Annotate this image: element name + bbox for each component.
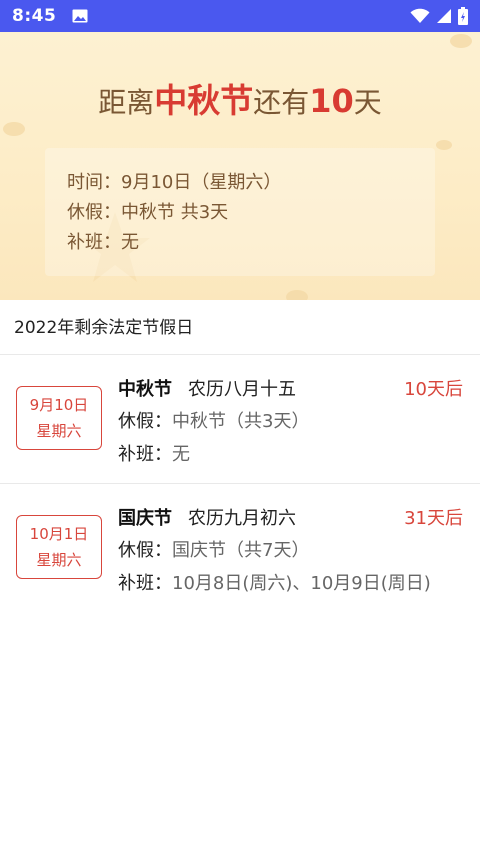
holiday-info-card: 时间：9月10日（星期六） 休假：中秋节 共3天 补班：无 [45,148,435,276]
headline-festival: 中秋节 [154,81,254,120]
holiday-item-national-day[interactable]: 10月1日 星期六 国庆节 农历九月初六 31天后 休假：国庆节（共7天） 补班… [0,484,480,612]
vacation-value: 国庆节（共7天） [172,540,310,561]
holiday-lunar-date: 农历八月十五 [188,379,296,400]
info-time: 时间：9月10日（星期六） [67,172,282,193]
headline-suffix: 天 [353,86,382,119]
holiday-name: 中秋节 [118,379,172,400]
battery-icon [458,7,468,25]
wifi-icon [410,8,430,23]
section-title: 2022年剩余法定节假日 [14,318,194,338]
makeup-value: 10月8日(周六)、10月9日(周日) [172,573,431,594]
holiday-vacation: 休假：国庆节（共7天） [118,536,309,562]
status-icons [410,7,468,25]
countdown-banner: 距离中秋节还有10天 时间：9月10日（星期六） 休假：中秋节 共3天 补班：无 [0,32,480,300]
date-badge-date: 9月10日 [29,396,89,414]
makeup-label: 补班： [118,573,172,594]
decoration [286,290,308,300]
signal-icon [437,9,451,23]
date-badge: 9月10日 星期六 [16,386,102,450]
holiday-name: 国庆节 [118,508,172,529]
holiday-makeup: 补班：无 [118,440,190,466]
date-badge-date: 10月1日 [29,525,89,543]
decoration [450,34,472,48]
date-badge-weekday: 星期六 [36,551,82,569]
status-time: 8:45 [12,6,57,26]
headline-prefix: 距离 [98,86,155,119]
status-bar: 8:45 [0,0,480,32]
holiday-item-mid-autumn[interactable]: 9月10日 星期六 中秋节 农历八月十五 10天后 休假：中秋节（共3天） 补班… [0,355,480,483]
holiday-vacation: 休假：中秋节（共3天） [118,407,309,433]
vacation-label: 休假： [118,411,172,432]
holiday-makeup: 补班：10月8日(周六)、10月9日(周日) [118,569,431,595]
countdown-headline: 距离中秋节还有10天 [0,74,480,122]
vacation-label: 休假： [118,540,172,561]
vacation-value: 中秋节（共3天） [172,411,310,432]
image-icon [72,9,88,23]
info-makeup: 补班：无 [67,232,139,253]
holiday-lunar-date: 农历九月初六 [188,508,296,529]
makeup-value: 无 [172,444,190,465]
makeup-label: 补班： [118,444,172,465]
headline-days: 10 [309,82,354,120]
date-badge: 10月1日 星期六 [16,515,102,579]
holiday-countdown: 31天后 [404,508,463,529]
info-vacation: 休假：中秋节 共3天 [67,202,229,223]
decoration [436,140,452,150]
headline-middle: 还有 [253,86,310,119]
date-badge-weekday: 星期六 [36,422,82,440]
holiday-countdown: 10天后 [404,379,463,400]
decoration [3,122,25,136]
